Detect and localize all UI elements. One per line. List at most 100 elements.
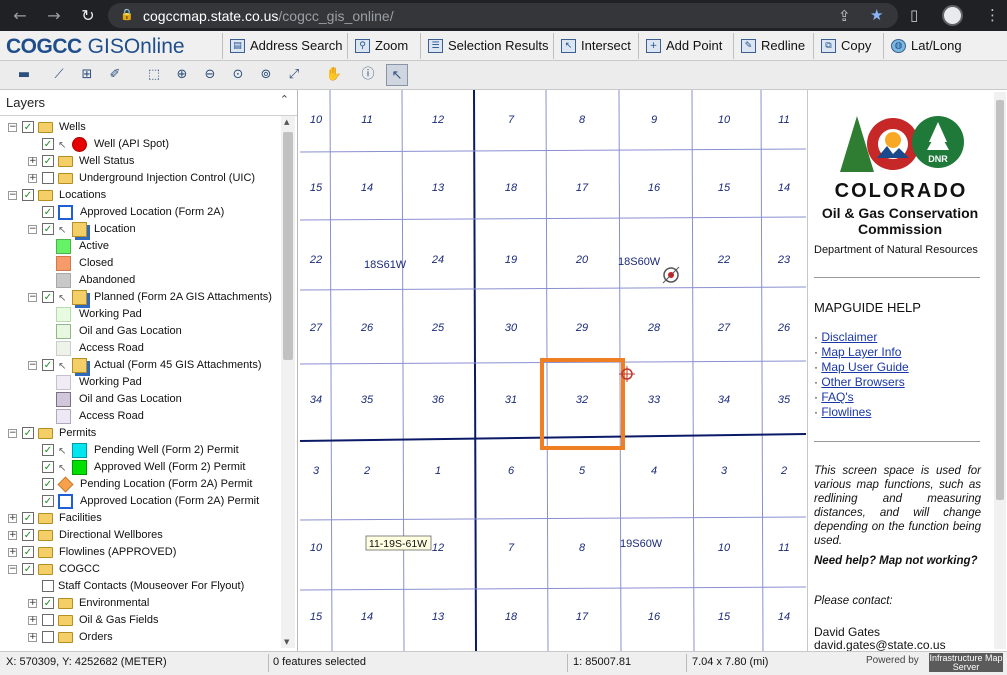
layer-row[interactable]: Oil and Gas Location bbox=[0, 391, 280, 408]
help-link[interactable]: Flowlines bbox=[821, 405, 871, 419]
layer-row[interactable]: + Orders bbox=[0, 629, 280, 646]
sidebar-icon[interactable]: ▯ bbox=[910, 6, 918, 24]
zoom-rect-icon[interactable]: ⬚ bbox=[143, 64, 165, 86]
collapse-icon[interactable]: ⌃ bbox=[280, 93, 289, 106]
layer-checkbox[interactable]: ✓ bbox=[42, 359, 54, 371]
selectable-arrow-icon[interactable]: ↖ bbox=[58, 137, 68, 151]
layer-checkbox[interactable]: ✓ bbox=[42, 597, 54, 609]
selectable-arrow-icon[interactable]: ↖ bbox=[58, 460, 68, 474]
layer-checkbox[interactable]: ✓ bbox=[42, 444, 54, 456]
collapse-node-icon[interactable]: − bbox=[8, 123, 17, 132]
selection-results-button[interactable]: ☰ Selection Results bbox=[419, 33, 548, 59]
expand-icon[interactable]: + bbox=[28, 633, 37, 642]
layers-scrollbar[interactable]: ▲ ▼ bbox=[281, 116, 295, 648]
help-scrollbar[interactable] bbox=[994, 92, 1006, 649]
collapse-node-icon[interactable]: − bbox=[28, 293, 37, 302]
layer-row[interactable]: − ✓ Permits bbox=[0, 425, 280, 442]
layer-checkbox[interactable]: ✓ bbox=[22, 121, 34, 133]
collapse-node-icon[interactable]: − bbox=[8, 565, 17, 574]
map-svg[interactable]: 10 11 12 7 8 9 10 1115 14 13 18 17 16 15 1422 24 19 20 22 2… bbox=[300, 90, 806, 651]
layer-row[interactable]: + ✓ Well Status bbox=[0, 153, 280, 170]
selectable-arrow-icon[interactable]: ↖ bbox=[58, 358, 68, 372]
ims-badge[interactable]: Infrastructure Map Server bbox=[929, 653, 1003, 672]
layer-row[interactable]: Staff Contacts (Mouseover For Flyout) bbox=[0, 578, 280, 595]
layer-row[interactable]: − ✓ ↖ Actual (Form 45 GIS Attachments) bbox=[0, 357, 280, 374]
zoom-next-icon[interactable]: ⊚ bbox=[255, 64, 277, 86]
layer-checkbox[interactable]: ✓ bbox=[22, 529, 34, 541]
select-icon[interactable]: ⊞ bbox=[76, 64, 98, 86]
expand-icon[interactable]: + bbox=[28, 616, 37, 625]
layer-checkbox[interactable] bbox=[42, 172, 54, 184]
layer-checkbox[interactable]: ✓ bbox=[22, 427, 34, 439]
intersect-button[interactable]: ↖ Intersect bbox=[553, 33, 631, 59]
share-icon[interactable]: ⇪ bbox=[838, 7, 851, 25]
layer-checkbox[interactable]: ✓ bbox=[42, 223, 54, 235]
collapse-node-icon[interactable]: − bbox=[28, 225, 37, 234]
well-marker[interactable] bbox=[662, 266, 680, 284]
layer-row[interactable]: Working Pad bbox=[0, 306, 280, 323]
layer-row[interactable]: − ✓ Wells bbox=[0, 119, 280, 136]
layer-row[interactable]: ✓ Approved Location (Form 2A) Permit bbox=[0, 493, 280, 510]
arrow-left-icon[interactable]: ← bbox=[10, 6, 30, 26]
expand-icon[interactable]: + bbox=[28, 174, 37, 183]
menu-icon[interactable]: ⋮ bbox=[985, 6, 1000, 24]
layer-checkbox[interactable]: ✓ bbox=[42, 138, 54, 150]
collapse-node-icon[interactable]: − bbox=[8, 429, 17, 438]
layer-checkbox[interactable] bbox=[42, 614, 54, 626]
layer-checkbox[interactable]: ✓ bbox=[22, 512, 34, 524]
expand-icon[interactable]: + bbox=[8, 548, 17, 557]
help-scroll-thumb[interactable] bbox=[996, 100, 1004, 500]
layer-row[interactable]: Closed bbox=[0, 255, 280, 272]
address-bar[interactable]: 🔒 cogccmap.state.co.us/cogcc_gis_online/… bbox=[108, 3, 898, 28]
pan-icon[interactable]: ✋ bbox=[323, 64, 345, 86]
redline-button[interactable]: ✎ Redline bbox=[732, 33, 805, 59]
layer-row[interactable]: Access Road bbox=[0, 408, 280, 425]
expand-icon[interactable]: + bbox=[8, 514, 17, 523]
zoom-button[interactable]: ⚲ Zoom bbox=[346, 33, 408, 59]
layer-checkbox[interactable]: ✓ bbox=[42, 155, 54, 167]
layer-checkbox[interactable]: ✓ bbox=[22, 189, 34, 201]
layer-row[interactable]: ✓ ↖ Well (API Spot) bbox=[0, 136, 280, 153]
selectable-arrow-icon[interactable]: ↖ bbox=[58, 222, 68, 236]
layer-row[interactable]: − ✓ Locations bbox=[0, 187, 280, 204]
avatar[interactable] bbox=[942, 5, 963, 26]
layer-checkbox[interactable] bbox=[42, 631, 54, 643]
layer-row[interactable]: + Oil & Gas Fields bbox=[0, 612, 280, 629]
layer-checkbox[interactable]: ✓ bbox=[42, 461, 54, 473]
copy-button[interactable]: ⧉ Copy bbox=[812, 33, 871, 59]
layer-row[interactable]: Active bbox=[0, 238, 280, 255]
help-link[interactable]: Other Browsers bbox=[821, 375, 904, 389]
selectable-arrow-icon[interactable]: ↖ bbox=[58, 290, 68, 304]
measure-icon[interactable]: ▬ bbox=[13, 64, 35, 86]
identify-icon[interactable]: ⓘ bbox=[357, 64, 379, 86]
layer-row[interactable]: ✓ Pending Location (Form 2A) Permit bbox=[0, 476, 280, 493]
reload-icon[interactable]: ↻ bbox=[78, 6, 98, 26]
layer-row[interactable]: − ✓ COGCC bbox=[0, 561, 280, 578]
layer-row[interactable]: + ✓ Facilities bbox=[0, 510, 280, 527]
zoom-in-icon[interactable]: ⊕ bbox=[171, 64, 193, 86]
layer-row[interactable]: + ✓ Flowlines (APPROVED) bbox=[0, 544, 280, 561]
scroll-up-icon[interactable]: ▲ bbox=[284, 118, 289, 126]
scroll-down-icon[interactable]: ▼ bbox=[284, 638, 289, 646]
layer-checkbox[interactable]: ✓ bbox=[42, 478, 54, 490]
help-link[interactable]: Map User Guide bbox=[821, 360, 908, 374]
layer-row[interactable]: Access Road bbox=[0, 340, 280, 357]
zoom-prev-icon[interactable]: ⊙ bbox=[227, 64, 249, 86]
add-point-button[interactable]: + Add Point bbox=[637, 33, 722, 59]
layer-checkbox[interactable]: ✓ bbox=[22, 563, 34, 575]
layer-row[interactable]: − ✓ ↖ Planned (Form 2A GIS Attachments) bbox=[0, 289, 280, 306]
layer-checkbox[interactable]: ✓ bbox=[42, 206, 54, 218]
layer-row[interactable]: + ✓ Directional Wellbores bbox=[0, 527, 280, 544]
zoom-out-icon[interactable]: ⊖ bbox=[199, 64, 221, 86]
layer-checkbox[interactable] bbox=[42, 580, 54, 592]
layer-row[interactable]: ✓ ↖ Pending Well (Form 2) Permit bbox=[0, 442, 280, 459]
help-link[interactable]: FAQ's bbox=[821, 390, 853, 404]
star-icon[interactable]: ★ bbox=[870, 6, 883, 24]
scroll-thumb[interactable] bbox=[283, 132, 293, 360]
arrow-right-icon[interactable]: → bbox=[44, 6, 64, 26]
selectable-arrow-icon[interactable]: ↖ bbox=[58, 443, 68, 457]
layer-row[interactable]: + Underground Injection Control (UIC) bbox=[0, 170, 280, 187]
layer-row[interactable]: Working Pad bbox=[0, 374, 280, 391]
expand-icon[interactable]: + bbox=[28, 599, 37, 608]
edit-icon[interactable]: ✐ bbox=[104, 64, 126, 86]
